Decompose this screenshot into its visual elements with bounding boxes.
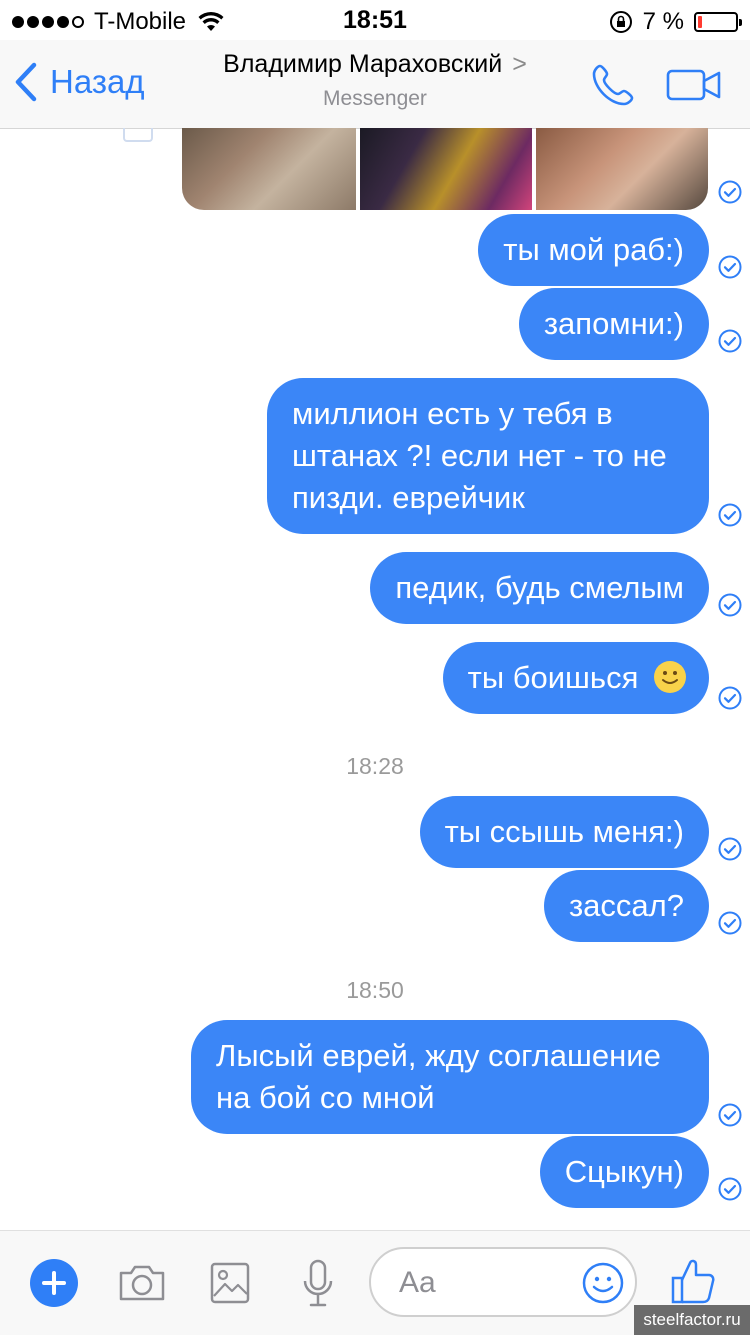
orientation-lock-icon bbox=[609, 11, 632, 33]
message-bubble[interactable]: педик, будь смелым bbox=[370, 552, 709, 624]
contact-subtitle: Messenger bbox=[323, 87, 427, 110]
delivered-check-icon bbox=[718, 329, 742, 353]
delivered-check-icon bbox=[718, 593, 742, 617]
chevron-right-icon: > bbox=[512, 50, 527, 78]
delivered-check-icon bbox=[718, 837, 742, 861]
hidden-avatar-placeholder bbox=[123, 128, 153, 142]
contact-name[interactable]: Владимир Мараховский bbox=[223, 50, 502, 78]
phone-icon[interactable] bbox=[590, 62, 636, 108]
message-bubble[interactable]: ты боишься bbox=[442, 642, 709, 714]
status-bar-right: 7 % bbox=[609, 8, 742, 36]
message-bubble[interactable]: зассал? bbox=[543, 870, 709, 942]
battery-percent: 7 % bbox=[642, 8, 684, 35]
message-bubble[interactable]: ты мой раб:) bbox=[478, 214, 709, 286]
emoji-icon[interactable] bbox=[582, 1262, 624, 1304]
delivered-check-icon bbox=[718, 1103, 742, 1127]
delivered-check-icon bbox=[718, 180, 742, 204]
message-bubble[interactable]: Лысый еврей, жду соглашение на бой со мн… bbox=[191, 1020, 709, 1134]
delivered-check-icon bbox=[718, 255, 742, 279]
microphone-icon[interactable] bbox=[301, 1259, 335, 1309]
timestamp: 18:28 bbox=[346, 753, 404, 779]
delivered-check-icon bbox=[718, 503, 742, 527]
message-bubble[interactable]: Сцыкун) bbox=[539, 1136, 709, 1208]
delivered-check-icon bbox=[718, 686, 742, 710]
gallery-icon[interactable] bbox=[210, 1262, 250, 1304]
battery-icon bbox=[694, 12, 742, 32]
video-call-icon[interactable] bbox=[666, 68, 722, 102]
photo-thumbnail[interactable] bbox=[536, 128, 708, 210]
photo-attachments[interactable] bbox=[182, 128, 708, 210]
message-bubble[interactable]: миллион есть у тебя в штанах ?! если нет… bbox=[267, 378, 709, 534]
like-icon[interactable] bbox=[670, 1257, 716, 1305]
conversation-header: Назад Владимир Мараховский > Messenger bbox=[0, 40, 750, 129]
delivered-check-icon bbox=[718, 911, 742, 935]
photo-thumbnail[interactable] bbox=[360, 128, 532, 210]
message-bubble[interactable]: ты ссышь меня:) bbox=[419, 796, 709, 868]
timestamp: 18:50 bbox=[346, 977, 404, 1003]
contact-header[interactable]: Владимир Мараховский > Messenger bbox=[0, 50, 750, 111]
message-text: ты боишься bbox=[467, 660, 639, 695]
message-bubble[interactable]: запомни:) bbox=[518, 288, 709, 360]
message-input-placeholder: Aa bbox=[399, 1266, 436, 1299]
plus-icon[interactable] bbox=[30, 1259, 78, 1307]
status-bar: T-Mobile 18:51 7 % bbox=[0, 0, 750, 40]
smiley-emoji-icon bbox=[654, 661, 686, 693]
composer-bar: Aa steelfactor.ru bbox=[0, 1230, 750, 1335]
photo-thumbnail[interactable] bbox=[182, 128, 356, 210]
camera-icon[interactable] bbox=[117, 1263, 167, 1303]
message-input[interactable]: Aa bbox=[369, 1247, 637, 1317]
watermark: steelfactor.ru bbox=[634, 1305, 750, 1335]
delivered-check-icon bbox=[718, 1177, 742, 1201]
